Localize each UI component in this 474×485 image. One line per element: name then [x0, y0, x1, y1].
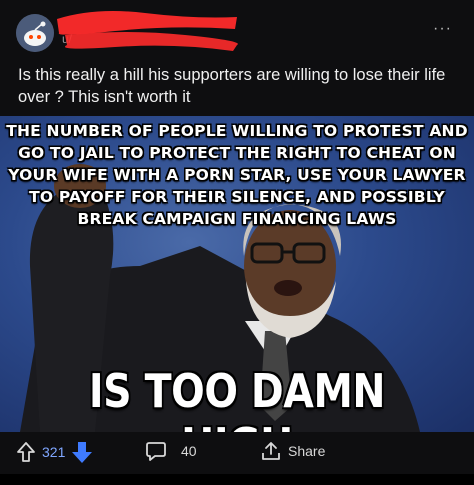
avatar[interactable] [16, 14, 54, 52]
meme-top-caption: The number of people willing to protest … [6, 122, 468, 228]
comments-button[interactable]: 40 [145, 440, 197, 462]
redaction-scribble [57, 11, 238, 51]
share-button[interactable]: Share [260, 440, 325, 462]
post-title[interactable]: Is this really a hill his supporters are… [18, 64, 458, 108]
downvote-icon[interactable] [71, 440, 93, 464]
share-icon [262, 442, 280, 460]
reddit-avatar-icon [16, 14, 54, 52]
vote-score: 321 [42, 444, 66, 460]
bottom-divider [0, 474, 474, 485]
more-options-button[interactable]: ··· [433, 20, 452, 38]
post-action-bar: 321 40 Share [0, 432, 474, 472]
upvote-icon[interactable] [16, 441, 36, 463]
comment-icon [146, 442, 166, 461]
meme-bottom-caption: IS TOO DAMN HIGH [88, 364, 386, 432]
share-label: Share [288, 443, 326, 459]
post-header: u/ ··· [0, 0, 474, 62]
vote-control: 321 [16, 440, 93, 464]
comment-count: 40 [181, 443, 197, 459]
meme-image[interactable]: The number of people willing to protest … [0, 116, 474, 432]
